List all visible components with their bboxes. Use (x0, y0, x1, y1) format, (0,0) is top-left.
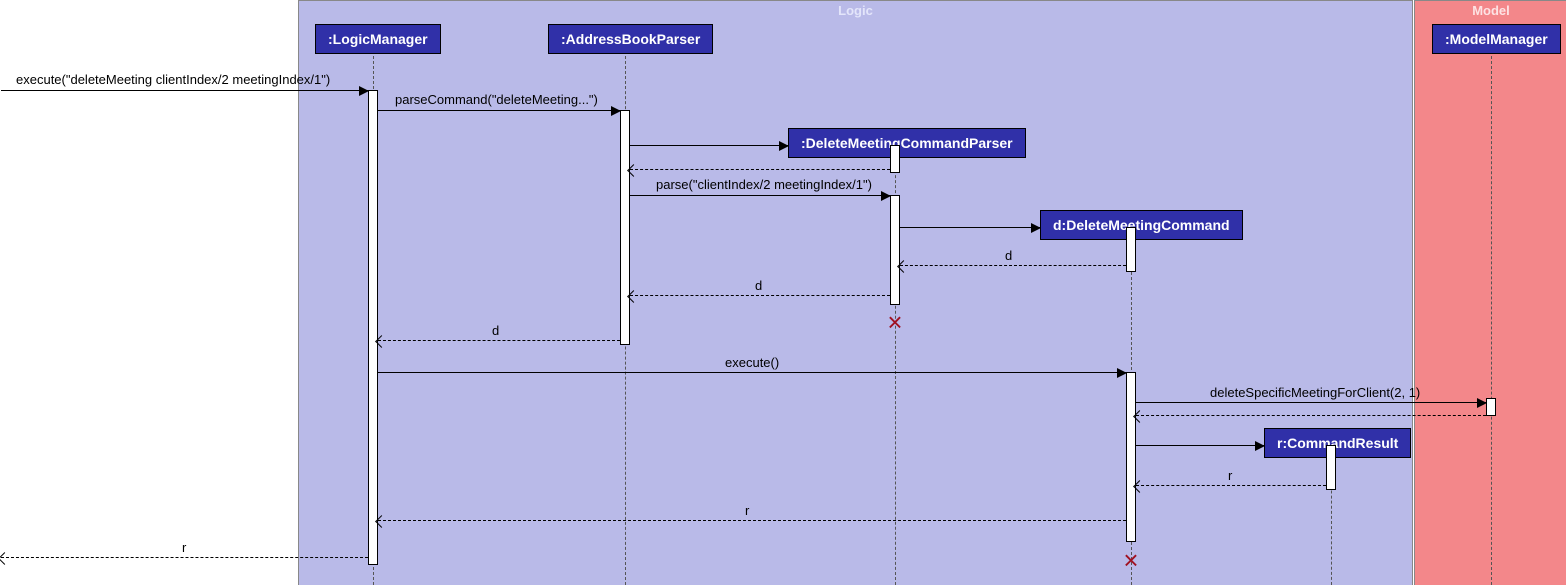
lifeline-model-manager (1491, 56, 1492, 585)
msg-parse-command-label: parseCommand("deleteMeeting...") (395, 92, 598, 107)
logic-frame-label: Logic (838, 3, 873, 18)
msg-return-r2-label: r (745, 503, 749, 518)
msg-return-d2-label: d (755, 278, 762, 293)
participant-address-book-parser: :AddressBookParser (548, 24, 713, 54)
activation-model-manager (1486, 398, 1496, 416)
msg-return-r3 (1, 557, 368, 558)
msg-parse-args (630, 195, 890, 196)
destroy-icon: × (883, 310, 907, 334)
msg-return-r1 (1136, 485, 1326, 486)
msg-create-result (1136, 445, 1264, 446)
participant-delete-meeting-parser: :DeleteMeetingCommandParser (788, 128, 1026, 158)
msg-parse-command (378, 110, 620, 111)
activation-logic-manager (368, 90, 378, 565)
msg-execute-call-label: execute() (725, 355, 779, 370)
msg-parse-args-label: parse("clientIndex/2 meetingIndex/1") (656, 177, 872, 192)
activation-address-book-parser (620, 110, 630, 345)
model-frame: Model (1414, 0, 1566, 585)
participant-model-manager: :ModelManager (1432, 24, 1561, 54)
msg-return-d3 (378, 340, 620, 341)
msg-execute-entry-label: execute("deleteMeeting clientIndex/2 mee… (16, 72, 330, 87)
msg-return-d1-label: d (1005, 248, 1012, 263)
msg-return-d1 (900, 265, 1126, 266)
msg-return-r1-label: r (1228, 468, 1232, 483)
activation-delete-meeting-command-execute (1126, 372, 1136, 542)
msg-create-parser (630, 145, 788, 146)
activation-command-result (1326, 445, 1336, 490)
msg-return-d2 (630, 295, 890, 296)
logic-frame: Logic (298, 0, 1413, 585)
model-frame-label: Model (1472, 3, 1510, 18)
msg-delete-specific-label: deleteSpecificMeetingForClient(2, 1) (1210, 385, 1420, 400)
msg-return-d3-label: d (492, 323, 499, 338)
sequence-diagram: Logic Model :LogicManager :AddressBookPa… (0, 0, 1566, 585)
msg-create-command (900, 227, 1040, 228)
activation-delete-meeting-command-create (1126, 227, 1136, 272)
msg-execute-call (378, 372, 1126, 373)
destroy-icon: × (1119, 548, 1143, 572)
participant-delete-meeting-command: d:DeleteMeetingCommand (1040, 210, 1243, 240)
msg-return-r2 (378, 520, 1126, 521)
msg-return-r3-label: r (182, 540, 186, 555)
msg-execute-entry (1, 90, 368, 91)
participant-command-result: r:CommandResult (1264, 428, 1411, 458)
msg-return-model (1136, 415, 1486, 416)
msg-delete-specific (1136, 402, 1486, 403)
activation-delete-meeting-parser-create (890, 145, 900, 173)
activation-delete-meeting-parser-parse (890, 195, 900, 305)
participant-logic-manager: :LogicManager (315, 24, 441, 54)
msg-return-parser (630, 169, 890, 170)
